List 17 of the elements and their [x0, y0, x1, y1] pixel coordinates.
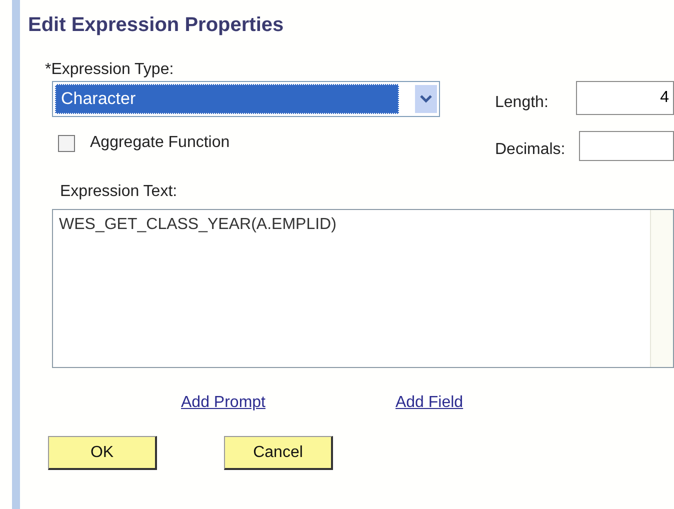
cancel-button[interactable]: Cancel — [224, 436, 333, 470]
field-label: Decimals: — [495, 141, 566, 159]
decimals-field[interactable] — [579, 131, 674, 161]
expression-textarea[interactable]: WES_GET_CLASS_YEAR(A.EMPLID) — [52, 209, 674, 368]
add-link[interactable]: Add Prompt — [181, 394, 266, 412]
chevron-icon — [415, 85, 437, 113]
field-label: *Expression Type: — [45, 61, 175, 79]
add-link[interactable]: Add Field — [395, 394, 464, 412]
length-field[interactable]: 4 — [576, 81, 674, 115]
expression-text: WES_GET_CLASS_YEAR(A.EMPLID) — [58, 215, 338, 235]
checkbox-label: Aggregate Function — [90, 134, 231, 152]
field-label: Expression Text: — [60, 183, 178, 201]
checkbox[interactable] — [58, 134, 75, 152]
page-title: Edit Expression Properties — [28, 14, 285, 37]
ok-button[interactable]: OK — [48, 436, 157, 470]
field-label: Length: — [495, 94, 548, 112]
type-dropdown[interactable]: Character — [52, 81, 440, 117]
